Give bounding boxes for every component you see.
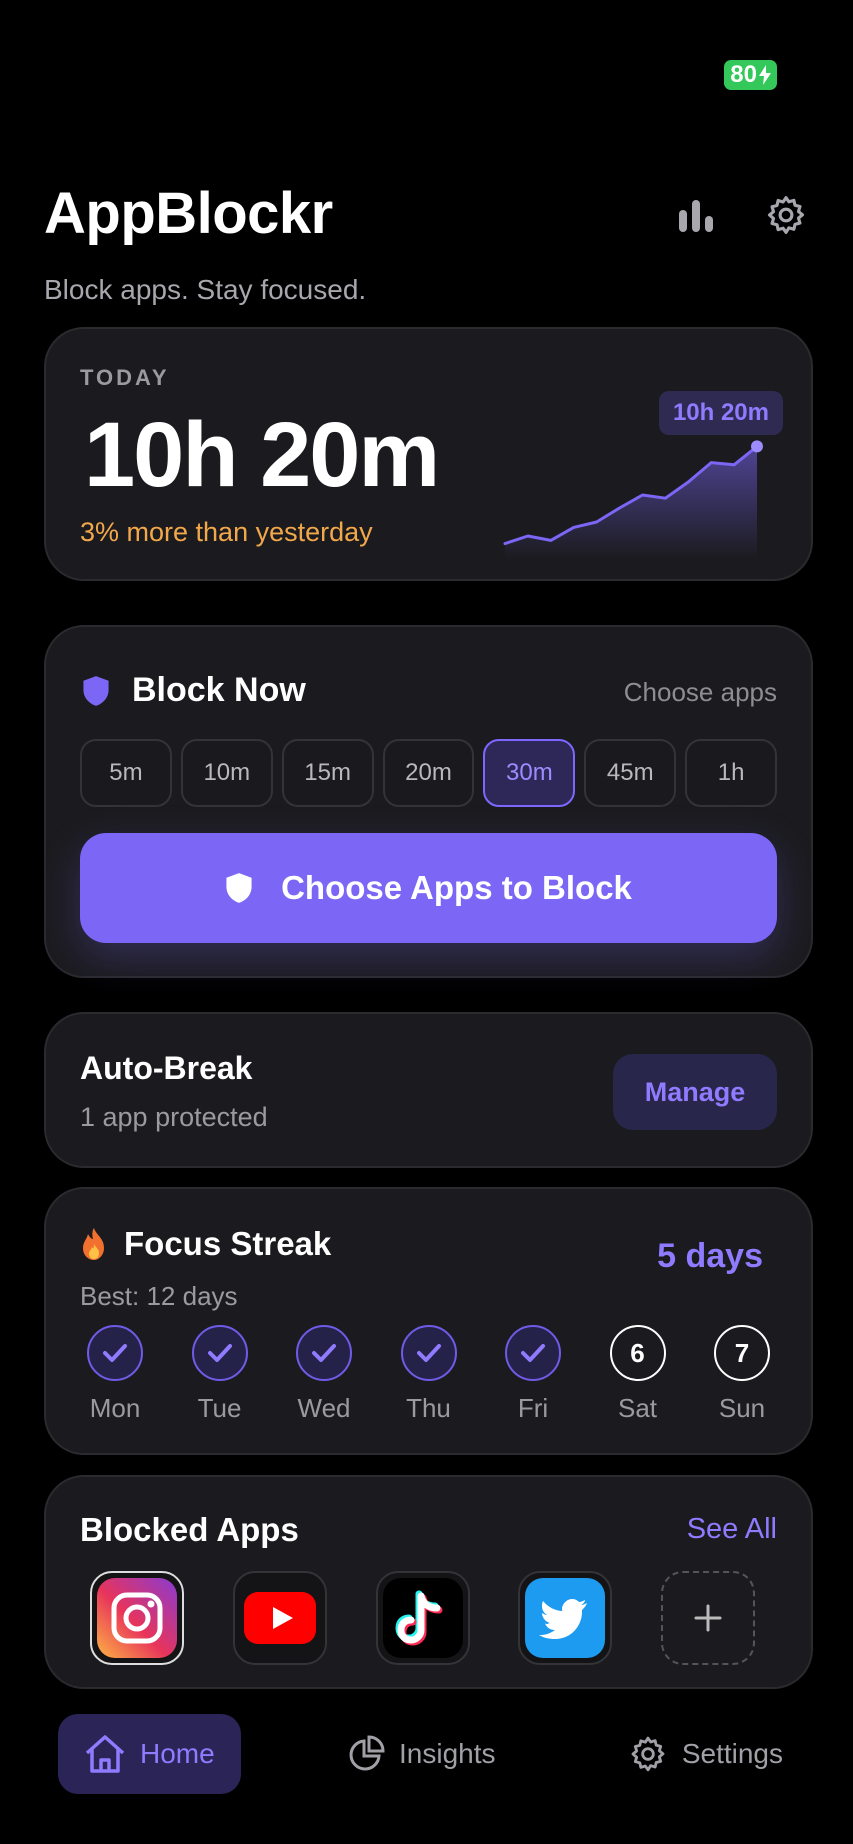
duration-selector: 5m 10m 15m 20m 30m 45m 1h	[80, 739, 778, 807]
twitter-icon	[525, 1578, 606, 1658]
app-header: AppBlockr	[44, 180, 809, 250]
block-now-card: Block Now Choose apps 5m 10m 15m 20m 30m 45m 1…	[44, 625, 813, 978]
app-tile-instagram[interactable]	[90, 1571, 184, 1665]
duration-option[interactable]: 45m	[584, 739, 677, 807]
check-icon	[296, 1325, 352, 1381]
settings-button[interactable]	[763, 192, 809, 238]
day-label: Fri	[517, 1393, 549, 1423]
auto-break-subtitle: 1 app protected	[80, 1102, 268, 1132]
choose-apps-to-block-button[interactable]: Choose Apps to Block	[80, 833, 777, 943]
streak-day: Fri	[498, 1325, 568, 1424]
tab-home-label: Home	[140, 1738, 215, 1769]
week-days: Mon Tue Wed Thu Fri 6 Sat 7 Sun	[80, 1325, 777, 1424]
focus-streak-card: Focus Streak Best: 12 days 5 days Mon Tue…	[44, 1187, 813, 1455]
add-app-button[interactable]	[661, 1571, 755, 1665]
app-tile-twitter[interactable]	[518, 1571, 613, 1665]
home-icon	[85, 1735, 125, 1773]
battery-indicator: 80	[724, 60, 777, 90]
flame-icon	[83, 1228, 104, 1260]
duration-option[interactable]: 15m	[281, 739, 374, 807]
streak-day: 7 Sun	[707, 1325, 777, 1424]
streak-day: Mon	[80, 1325, 150, 1424]
app-subtitle: Block apps. Stay focused.	[44, 274, 367, 305]
plus-icon	[694, 1604, 722, 1632]
block-now-title: Block Now	[132, 671, 306, 709]
choose-apps-link[interactable]: Choose apps	[624, 677, 777, 708]
streak-day: 6 Sat	[603, 1325, 673, 1424]
shield-icon	[83, 675, 109, 706]
manage-button[interactable]: Manage	[613, 1054, 777, 1130]
block-now-heading: Block Now	[82, 671, 306, 710]
bottom-tab-bar: Home Insights Settings	[58, 1714, 809, 1794]
streak-day: Wed	[289, 1325, 359, 1424]
auto-break-title: Auto-Break	[80, 1050, 253, 1086]
app-title: AppBlockr	[44, 181, 333, 246]
bar-chart-icon	[679, 200, 713, 232]
tiktok-icon	[382, 1578, 463, 1658]
duration-option[interactable]: 5m	[80, 739, 172, 807]
day-label: Mon	[89, 1393, 141, 1423]
battery-level: 80	[730, 61, 757, 88]
day-label: Thu	[406, 1393, 451, 1423]
day-label: Sun	[718, 1393, 766, 1423]
tab-settings-label: Settings	[681, 1738, 783, 1769]
status-bar: 80	[724, 60, 777, 90]
streak-day: Thu	[394, 1325, 464, 1424]
today-comparison: 3% more than yesterday	[80, 517, 373, 547]
auto-break-card: Auto-Break 1 app protected Manage	[44, 1012, 813, 1168]
duration-option[interactable]: 10m	[180, 739, 273, 807]
check-icon	[400, 1325, 457, 1381]
usage-trend-chart: 10h 20m	[493, 389, 783, 559]
duration-option[interactable]: 1h	[685, 739, 778, 807]
trend-end-point	[751, 440, 763, 453]
blocked-apps-row	[90, 1571, 755, 1665]
check-icon	[505, 1325, 561, 1381]
focus-streak-title: Focus Streak	[124, 1225, 332, 1262]
chart-value-badge: 10h 20m	[658, 391, 783, 435]
stats-button[interactable]	[673, 192, 719, 238]
current-streak: 5 days	[657, 1237, 763, 1275]
tab-home[interactable]: Home	[58, 1714, 241, 1794]
app-tile-tiktok[interactable]	[375, 1571, 470, 1665]
day-label: Tue	[197, 1393, 242, 1423]
pie-chart-icon	[349, 1735, 385, 1771]
duration-option[interactable]: 20m	[382, 739, 475, 807]
charging-icon	[759, 65, 771, 85]
best-streak: Best: 12 days	[80, 1281, 238, 1311]
tab-insights[interactable]: Insights	[321, 1714, 522, 1794]
check-icon	[191, 1325, 248, 1381]
check-icon	[87, 1325, 143, 1381]
today-label: TODAY	[80, 365, 170, 390]
gear-icon	[631, 1736, 665, 1772]
blocked-apps-title: Blocked Apps	[80, 1511, 299, 1548]
shield-icon	[226, 873, 252, 903]
day-label: Wed	[297, 1393, 351, 1423]
duration-option[interactable]: 30m	[483, 739, 576, 807]
streak-day: Tue	[185, 1325, 255, 1424]
blocked-apps-card: Blocked Apps See All	[44, 1475, 813, 1689]
day-number: 6	[609, 1325, 666, 1381]
day-number: 7	[714, 1325, 770, 1381]
app-tile-youtube[interactable]	[232, 1571, 327, 1665]
today-usage-card[interactable]: TODAY 10h 20m 3% more than yesterday 10h…	[44, 327, 813, 581]
youtube-icon	[243, 1592, 316, 1644]
see-all-link[interactable]: See All	[687, 1513, 777, 1546]
gear-icon	[767, 196, 805, 234]
today-screen-time: 10h 20m	[84, 404, 440, 506]
instagram-icon	[97, 1578, 177, 1658]
day-label: Sat	[617, 1393, 658, 1423]
tab-settings[interactable]: Settings	[602, 1714, 809, 1794]
focus-streak-heading: Focus Streak	[80, 1225, 331, 1263]
tab-insights-label: Insights	[399, 1738, 496, 1769]
block-button-label: Choose Apps to Block	[281, 869, 632, 906]
